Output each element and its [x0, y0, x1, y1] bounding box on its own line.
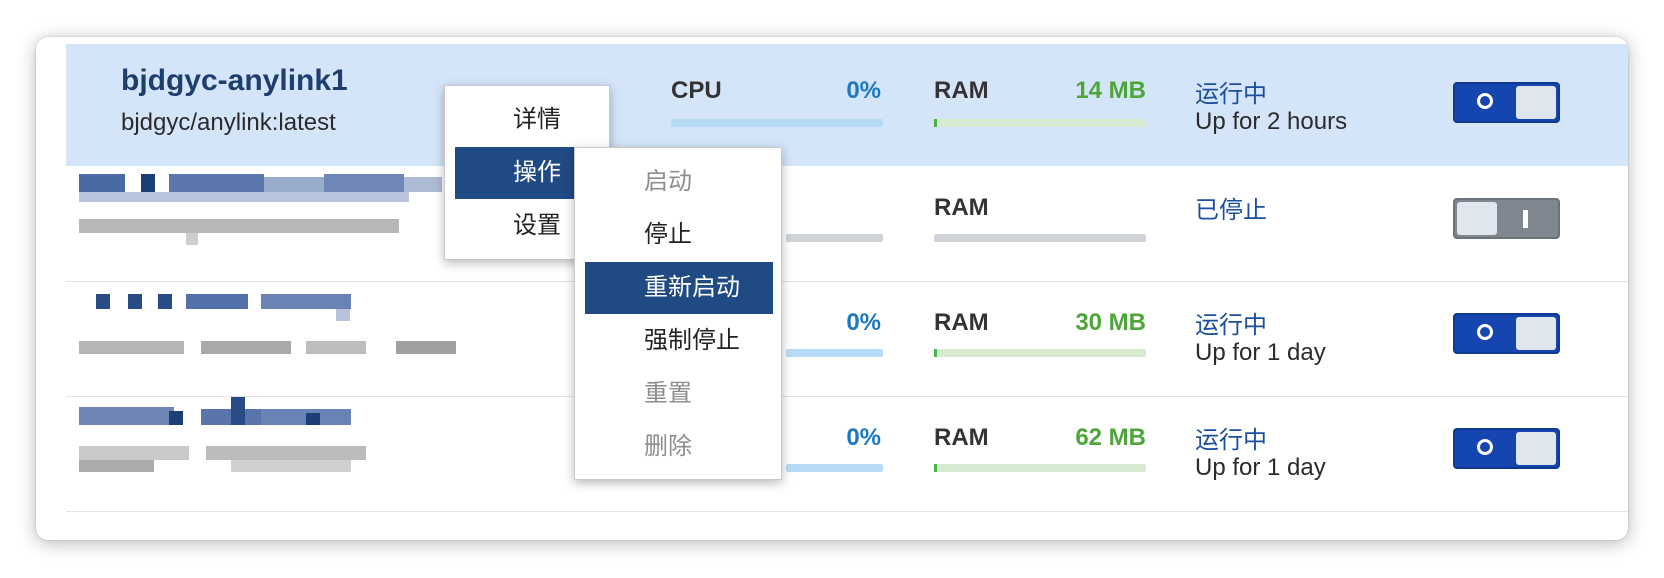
toggle-on-icon	[1477, 324, 1493, 340]
menu-item-label: 操作	[513, 159, 561, 186]
ram-value: 62 MB	[1075, 424, 1146, 451]
cpu-usage-bar	[786, 349, 883, 357]
submenu-item-delete[interactable]: 删除	[575, 421, 781, 473]
container-toggle[interactable]	[1453, 313, 1560, 354]
container-row[interactable]: RAM 已停止	[66, 159, 1628, 282]
cpu-usage-bar	[786, 464, 883, 472]
menu-item-label: 重新启动	[644, 274, 740, 301]
container-toggle[interactable]	[1453, 198, 1560, 239]
menu-item-label: 强制停止	[644, 327, 740, 354]
menu-item-label: 删除	[644, 433, 692, 460]
toggle-knob	[1516, 317, 1556, 350]
menu-item-label: 停止	[644, 221, 692, 248]
toggle-off-icon	[1523, 210, 1528, 228]
menu-item-label: 设置	[513, 212, 561, 239]
submenu-item-stop[interactable]: 停止	[575, 209, 781, 261]
ram-label: RAM	[934, 309, 989, 336]
container-name[interactable]: bjdgyc-anylink1	[121, 64, 348, 98]
ram-usage-bar	[934, 234, 1146, 242]
container-row[interactable]: bjdgyc-anylink1 bjdgyc/anylink:latest CP…	[66, 44, 1628, 166]
cpu-usage-bar	[786, 234, 883, 242]
ram-usage-bar	[934, 464, 1146, 472]
uptime-text: Up for 1 day	[1195, 454, 1326, 481]
container-toggle[interactable]	[1453, 82, 1560, 123]
container-image: bjdgyc/anylink:latest	[121, 109, 336, 136]
menu-item-details[interactable]: 详情	[445, 94, 609, 146]
ram-usage-fill	[934, 349, 937, 357]
status-text: 运行中	[1195, 81, 1267, 108]
menu-item-label: 重置	[644, 380, 692, 407]
toggle-on-icon	[1477, 93, 1493, 109]
menu-item-label: 启动	[644, 168, 692, 195]
ram-value: 14 MB	[1075, 77, 1146, 104]
toggle-knob	[1457, 202, 1497, 235]
container-row[interactable]: 0% RAM 62 MB 运行中 Up for 1 day	[66, 389, 1628, 512]
actions-submenu: 启动 停止 重新启动 强制停止 重置 删除	[574, 147, 782, 480]
ram-label: RAM	[934, 424, 989, 451]
container-toggle[interactable]	[1453, 428, 1560, 469]
status-text: 已停止	[1195, 197, 1267, 224]
ram-usage-fill	[934, 119, 937, 127]
ram-usage-bar	[934, 349, 1146, 357]
container-row[interactable]: 0% RAM 30 MB 运行中 Up for 1 day	[66, 274, 1628, 397]
ram-usage-fill	[934, 464, 937, 472]
submenu-item-restart[interactable]: 重新启动	[585, 262, 773, 314]
toggle-on-icon	[1477, 439, 1493, 455]
uptime-text: Up for 2 hours	[1195, 108, 1348, 135]
submenu-item-start[interactable]: 启动	[575, 156, 781, 208]
menu-item-label: 详情	[513, 106, 561, 133]
toggle-knob	[1516, 86, 1556, 119]
uptime-text: Up for 1 day	[1195, 339, 1326, 366]
container-list-window: bjdgyc-anylink1 bjdgyc/anylink:latest CP…	[36, 37, 1628, 540]
submenu-item-reset[interactable]: 重置	[575, 368, 781, 420]
ram-label: RAM	[934, 77, 989, 104]
toggle-knob	[1516, 432, 1556, 465]
ram-label: RAM	[934, 194, 989, 221]
cpu-value: 0%	[846, 77, 881, 104]
status-text: 运行中	[1195, 427, 1267, 454]
submenu-item-force-stop[interactable]: 强制停止	[575, 315, 781, 367]
ram-value: 30 MB	[1075, 309, 1146, 336]
cpu-label: CPU	[671, 77, 722, 104]
cpu-usage-bar	[671, 119, 883, 127]
status-text: 运行中	[1195, 312, 1267, 339]
ram-usage-bar	[934, 119, 1146, 127]
